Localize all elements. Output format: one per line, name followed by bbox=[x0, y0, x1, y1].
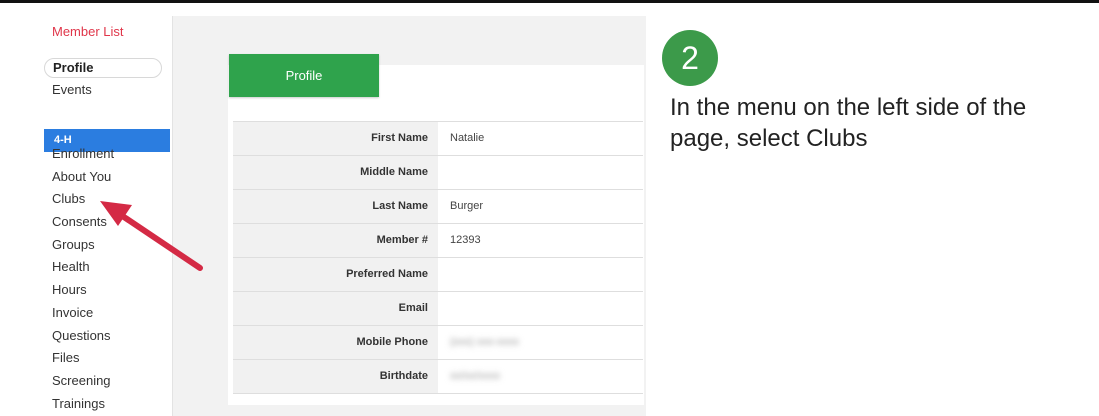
sidebar: Member List Profile Events 4-H Enrollmen… bbox=[40, 16, 173, 416]
sidebar-item-clubs[interactable]: Clubs bbox=[52, 191, 85, 207]
instruction-text: In the menu on the left side of the page… bbox=[670, 94, 1027, 152]
sidebar-item-about-you[interactable]: About You bbox=[52, 169, 111, 185]
sidebar-item-questions[interactable]: Questions bbox=[52, 328, 111, 344]
field-label: Member # bbox=[233, 224, 438, 257]
profile-fields: First Name Natalie Middle Name Last Name… bbox=[233, 121, 643, 394]
field-row-last-name: Last Name Burger bbox=[233, 189, 643, 223]
field-row-mobile-phone: Mobile Phone (xxx) xxx-xxxx bbox=[233, 325, 643, 359]
field-label: Email bbox=[233, 292, 438, 325]
field-label: Mobile Phone bbox=[233, 326, 438, 359]
field-value: 12393 bbox=[450, 234, 481, 246]
field-value: Natalie bbox=[450, 132, 485, 144]
sidebar-item-groups[interactable]: Groups bbox=[52, 237, 95, 253]
sidebar-item-invoice[interactable]: Invoice bbox=[52, 305, 93, 321]
field-label: Birthdate bbox=[233, 360, 438, 393]
field-row-preferred-name: Preferred Name bbox=[233, 257, 643, 291]
sidebar-item-files[interactable]: Files bbox=[52, 350, 79, 366]
field-row-birthdate: Birthdate xx/xx/xxxx bbox=[233, 359, 643, 394]
field-row-email: Email bbox=[233, 291, 643, 325]
field-value-blurred: (xxx) xxx-xxxx bbox=[450, 336, 520, 348]
sidebar-item-profile[interactable]: Profile bbox=[44, 58, 162, 78]
field-row-middle-name: Middle Name bbox=[233, 155, 643, 189]
profile-tab-header[interactable]: Profile bbox=[229, 54, 379, 97]
field-label: Preferred Name bbox=[233, 258, 438, 291]
sidebar-item-consents[interactable]: Consents bbox=[52, 214, 107, 230]
field-label: Last Name bbox=[233, 190, 438, 223]
sidebar-item-screening[interactable]: Screening bbox=[52, 373, 111, 389]
field-row-first-name: First Name Natalie bbox=[233, 121, 643, 155]
field-value: Burger bbox=[450, 200, 484, 212]
sidebar-item-trainings[interactable]: Trainings bbox=[52, 396, 105, 412]
sidebar-item-health[interactable]: Health bbox=[52, 259, 90, 275]
field-value-blurred: xx/xx/xxxx bbox=[450, 370, 501, 382]
step-number-badge: 2 bbox=[662, 30, 718, 86]
top-border bbox=[0, 0, 1099, 3]
sidebar-member-list[interactable]: Member List bbox=[52, 24, 124, 40]
field-label: Middle Name bbox=[233, 156, 438, 189]
sidebar-item-hours[interactable]: Hours bbox=[52, 282, 87, 298]
field-row-member-number: Member # 12393 bbox=[233, 223, 643, 257]
sidebar-item-enrollment[interactable]: Enrollment bbox=[52, 146, 114, 162]
sidebar-item-events[interactable]: Events bbox=[52, 82, 92, 98]
field-label: First Name bbox=[233, 122, 438, 155]
